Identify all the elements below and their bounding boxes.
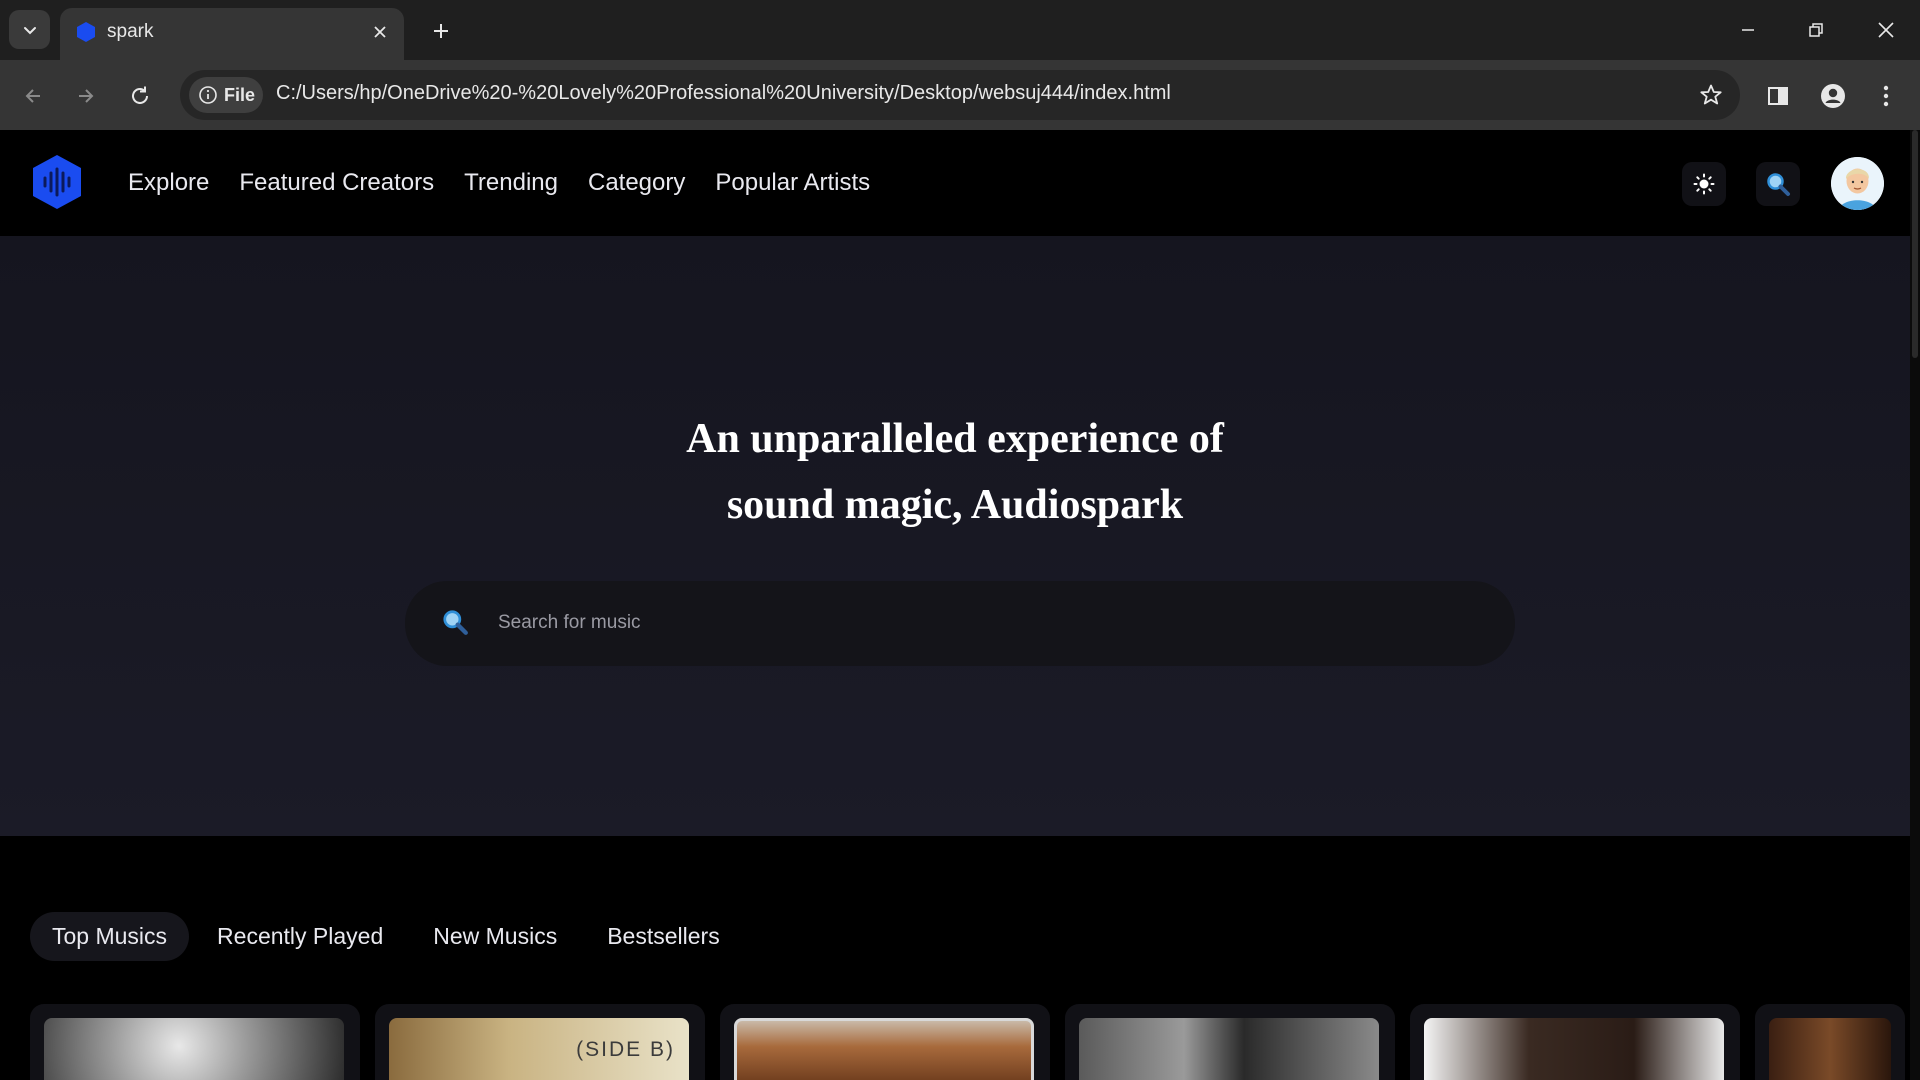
music-card[interactable] [720, 1004, 1050, 1080]
side-panel-icon [1768, 87, 1788, 105]
music-search-box [405, 581, 1515, 666]
nav-search-button[interactable] [1756, 162, 1800, 206]
back-button[interactable] [13, 76, 53, 116]
close-window-button[interactable] [1858, 8, 1914, 52]
arrow-right-icon [79, 89, 94, 103]
search-icon [1767, 173, 1790, 196]
nav-link-featured-creators[interactable]: Featured Creators [239, 166, 434, 200]
browser-tab-bar: spark [0, 0, 1920, 60]
nav-link-explore[interactable]: Explore [128, 166, 209, 200]
music-card[interactable] [1755, 1004, 1905, 1080]
site-chip-label: File [224, 84, 256, 105]
music-card[interactable]: (SIDE B) [375, 1004, 705, 1080]
album-art [44, 1018, 344, 1080]
minimize-icon [1742, 29, 1754, 31]
nav-link-trending[interactable]: Trending [464, 166, 558, 200]
tab-top-musics[interactable]: Top Musics [30, 912, 190, 961]
tab-recently-played[interactable]: Recently Played [195, 912, 405, 961]
address-bar[interactable]: File C:/Users/hp/OneDrive%20-%20Lovely%2… [180, 70, 1740, 120]
chevron-down-icon [23, 26, 36, 34]
music-tabs: Top Musics Recently Played New Musics Be… [30, 912, 748, 961]
avatar-icon [1831, 157, 1884, 210]
favicon-icon [77, 22, 95, 42]
music-card[interactable] [1410, 1004, 1740, 1080]
page-scrollbar[interactable] [1910, 130, 1920, 1080]
profile-button[interactable] [1813, 76, 1853, 116]
restore-button[interactable] [1788, 8, 1844, 52]
hero-section: An unparalleled experience of sound magi… [0, 236, 1910, 836]
plus-icon [434, 24, 448, 38]
nav-link-category[interactable]: Category [588, 166, 685, 200]
url-text: C:/Users/hp/OneDrive%20-%20Lovely%20Prof… [276, 82, 1171, 104]
star-icon [1700, 84, 1722, 105]
music-card[interactable] [1065, 1004, 1395, 1080]
music-search-input[interactable] [498, 603, 1458, 643]
hero-title-line-2: sound magic, Audiospark [726, 482, 1184, 528]
search-icon [443, 610, 468, 635]
album-side-label: (SIDE B) [576, 1038, 675, 1061]
tab-new-musics[interactable]: New Musics [411, 912, 579, 961]
album-art [734, 1018, 1034, 1080]
browser-toolbar: File C:/Users/hp/OneDrive%20-%20Lovely%2… [0, 60, 1920, 130]
tab-search-button[interactable] [9, 10, 50, 49]
reload-button[interactable] [120, 76, 160, 116]
more-vertical-icon [1883, 85, 1889, 107]
sun-icon [1693, 173, 1715, 195]
music-card[interactable] [30, 1004, 360, 1080]
hero-title: An unparalleled experience of sound magi… [0, 406, 1910, 538]
nav-links: Explore Featured Creators Trending Categ… [128, 166, 900, 200]
theme-toggle-button[interactable] [1682, 162, 1726, 206]
browser-menu-button[interactable] [1866, 76, 1906, 116]
logo-icon[interactable] [28, 153, 86, 211]
music-cards: (SIDE B) [30, 1004, 1910, 1080]
new-tab-button[interactable] [424, 14, 458, 48]
info-icon [199, 86, 217, 104]
site-navbar: Explore Featured Creators Trending Categ… [0, 130, 1910, 236]
close-icon [1878, 22, 1894, 38]
bookmark-button[interactable] [1696, 80, 1726, 110]
side-panel-button[interactable] [1758, 76, 1798, 116]
tab-title: spark [107, 21, 154, 42]
forward-button[interactable] [66, 76, 106, 116]
album-art [1769, 1018, 1891, 1080]
minimize-button[interactable] [1720, 8, 1776, 52]
reload-icon [132, 86, 148, 104]
scrollbar-thumb[interactable] [1912, 130, 1918, 358]
hero-title-line-1: An unparalleled experience of [686, 416, 1224, 462]
tab-bestsellers[interactable]: Bestsellers [585, 912, 741, 961]
album-art: (SIDE B) [389, 1018, 689, 1080]
nav-link-popular-artists[interactable]: Popular Artists [715, 166, 870, 200]
restore-icon [1809, 23, 1823, 37]
tab-close-button[interactable] [366, 18, 394, 46]
browser-tab[interactable]: spark [60, 8, 404, 60]
profile-icon [1821, 84, 1845, 108]
page-viewport: Explore Featured Creators Trending Categ… [0, 130, 1920, 1080]
album-art [1079, 1018, 1379, 1080]
user-avatar[interactable] [1831, 157, 1884, 210]
close-icon [374, 26, 386, 38]
site-info-chip[interactable]: File [189, 77, 263, 113]
arrow-left-icon [25, 89, 40, 103]
album-art [1424, 1018, 1724, 1080]
